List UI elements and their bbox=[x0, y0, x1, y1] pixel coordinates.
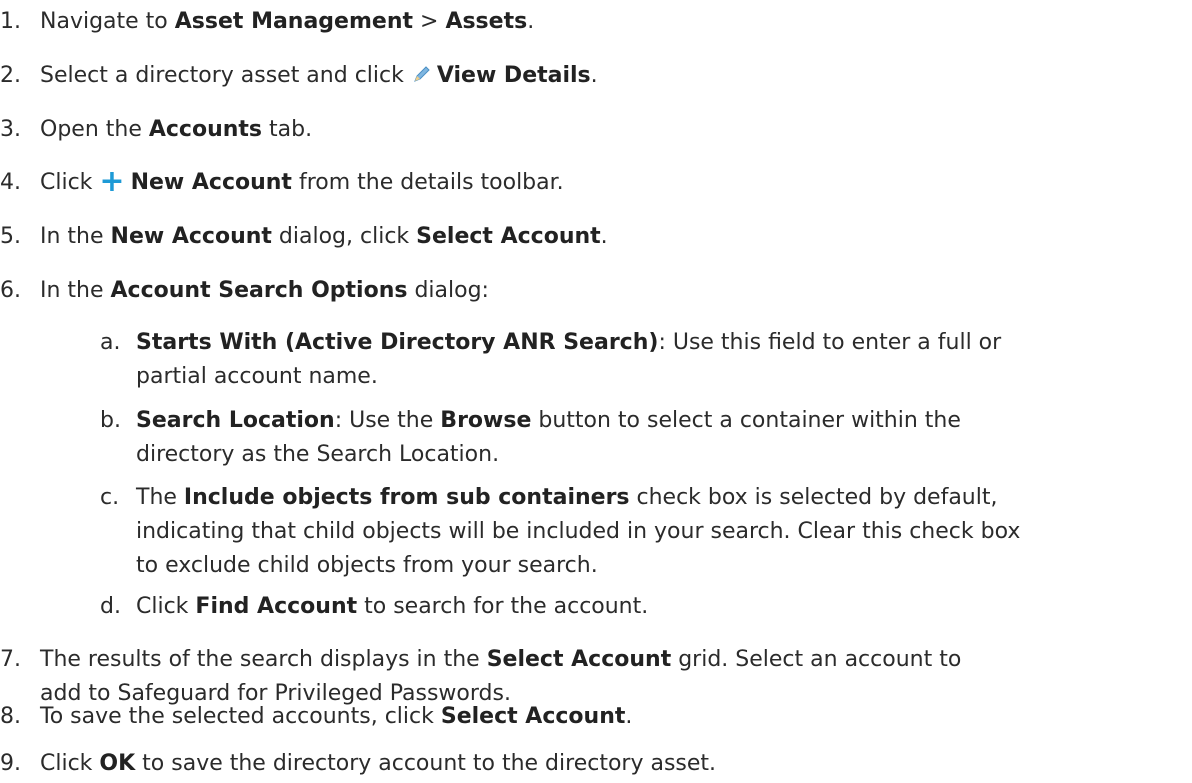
step-number: 1. bbox=[0, 9, 21, 34]
step-number: 6. bbox=[0, 278, 21, 303]
step-number: 3. bbox=[0, 117, 21, 142]
substep-letter: d. bbox=[100, 594, 121, 619]
menu-asset-management: Asset Management bbox=[174, 9, 414, 34]
step-number: 8. bbox=[0, 704, 21, 729]
step-text: Navigate to Asset Management > Assets. bbox=[40, 9, 535, 34]
step-number: 9. bbox=[0, 751, 21, 776]
pencil-icon bbox=[411, 62, 433, 84]
step-number: 7. bbox=[0, 647, 21, 672]
substep-text: Search Location: Use the Browse button t… bbox=[136, 408, 961, 467]
substep-letter: c. bbox=[100, 485, 120, 510]
view-details-label: View Details bbox=[436, 63, 591, 88]
step-text: In the Account Search Options dialog: bbox=[40, 278, 489, 303]
substep-letter: b. bbox=[100, 408, 121, 433]
procedure-document: 1. Navigate to Asset Management > Assets… bbox=[0, 0, 1192, 783]
step-text: In the New Account dialog, click Select … bbox=[40, 224, 608, 249]
step-text: Open the Accounts tab. bbox=[40, 117, 313, 142]
step-text: To save the selected accounts, click Sel… bbox=[40, 704, 633, 729]
step-number: 4. bbox=[0, 170, 21, 195]
step-text: Select a directory asset and click View … bbox=[40, 62, 598, 88]
step-number: 2. bbox=[0, 63, 21, 88]
step-text: Click + New Account from the details tool… bbox=[40, 164, 564, 199]
new-account-label: New Account bbox=[130, 170, 292, 195]
menu-assets: Assets bbox=[445, 9, 528, 34]
substep-letter: a. bbox=[100, 330, 121, 355]
plus-icon: + bbox=[99, 164, 125, 199]
substep-text: The Include objects from sub containers … bbox=[136, 485, 1021, 578]
step-text: Click OK to save the directory account t… bbox=[40, 751, 717, 776]
substep-text: Click Find Account to search for the acc… bbox=[136, 594, 649, 619]
substep-text: Starts With (Active Directory ANR Search… bbox=[136, 330, 1002, 389]
step-number: 5. bbox=[0, 224, 21, 249]
accounts-tab-label: Accounts bbox=[148, 117, 263, 142]
